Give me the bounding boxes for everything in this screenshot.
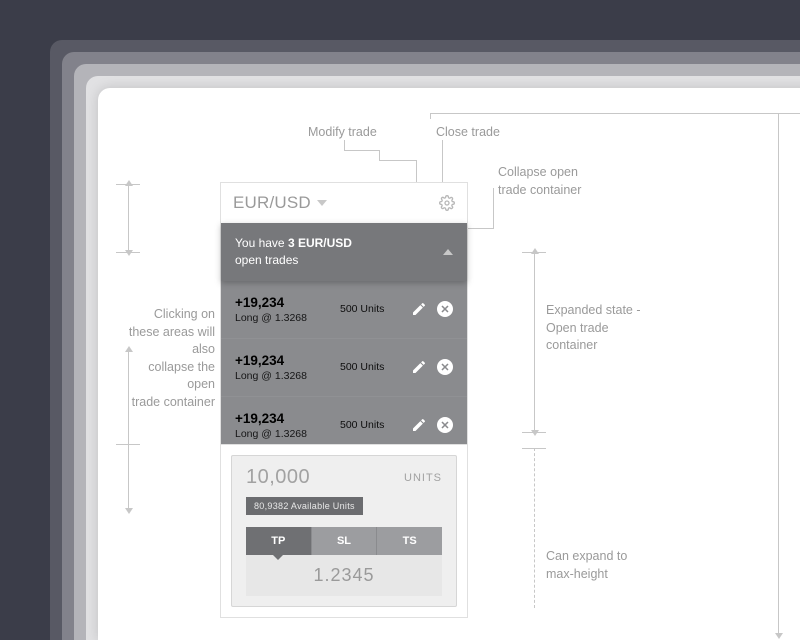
annotation-modify-trade: Modify trade [308,124,377,142]
order-panel: 10,000 UNITS 80,9382 Available Units TP … [220,444,468,618]
pencil-icon[interactable] [411,359,427,375]
trade-units: 500 Units [340,361,401,373]
order-amount[interactable]: 10,000 [246,466,310,489]
tab-ts[interactable]: TS [377,527,442,555]
trade-pnl: +19,234 [235,353,330,368]
annotation-close-trade: Close trade [436,124,500,142]
collapse-icon[interactable] [443,249,453,255]
order-price[interactable]: 1.2345 [246,555,442,596]
annotation-click-areas: Clicking on these areas will also collap… [120,306,215,411]
trade-side: Long @ 1.3268 [235,312,330,324]
order-tabs: TP SL TS [246,527,442,555]
open-trades-text: You have 3 EUR/USD open trades [235,235,352,269]
trade-side: Long @ 1.3268 [235,370,330,382]
trade-pnl: +19,234 [235,295,330,310]
open-trades-list: +19,234 Long @ 1.3268 500 Units ✕ +19,23… [221,281,467,454]
trade-row: +19,234 Long @ 1.3268 500 Units ✕ [221,281,467,338]
annotation-max-height: Can expand to max-height [546,548,627,583]
annotation-collapse-container: Collapse open trade container [498,164,581,199]
currency-pair-selector[interactable]: EUR/USD [233,193,327,213]
close-icon[interactable]: ✕ [437,359,453,375]
pencil-icon[interactable] [411,417,427,433]
widget-header[interactable]: EUR/USD [221,183,467,223]
tab-sl[interactable]: SL [312,527,378,555]
trade-units: 500 Units [340,419,401,431]
close-icon[interactable]: ✕ [437,301,453,317]
trade-pnl: +19,234 [235,411,330,426]
tab-tp[interactable]: TP [246,527,312,555]
available-units: 80,9382 Available Units [246,497,363,515]
annotation-expanded-state: Expanded state - Open trade container [546,302,641,355]
chevron-down-icon [317,200,327,206]
trade-row: +19,234 Long @ 1.3268 500 Units ✕ [221,338,467,396]
open-trades-summary[interactable]: You have 3 EUR/USD open trades [221,223,467,281]
trade-side: Long @ 1.3268 [235,428,330,440]
trade-widget: EUR/USD You have 3 EUR/USD open trades +… [220,182,468,455]
units-label: UNITS [404,472,442,484]
pencil-icon[interactable] [411,301,427,317]
gear-icon[interactable] [439,195,455,211]
close-icon[interactable]: ✕ [437,417,453,433]
currency-pair-label: EUR/USD [233,193,311,213]
trade-units: 500 Units [340,303,401,315]
